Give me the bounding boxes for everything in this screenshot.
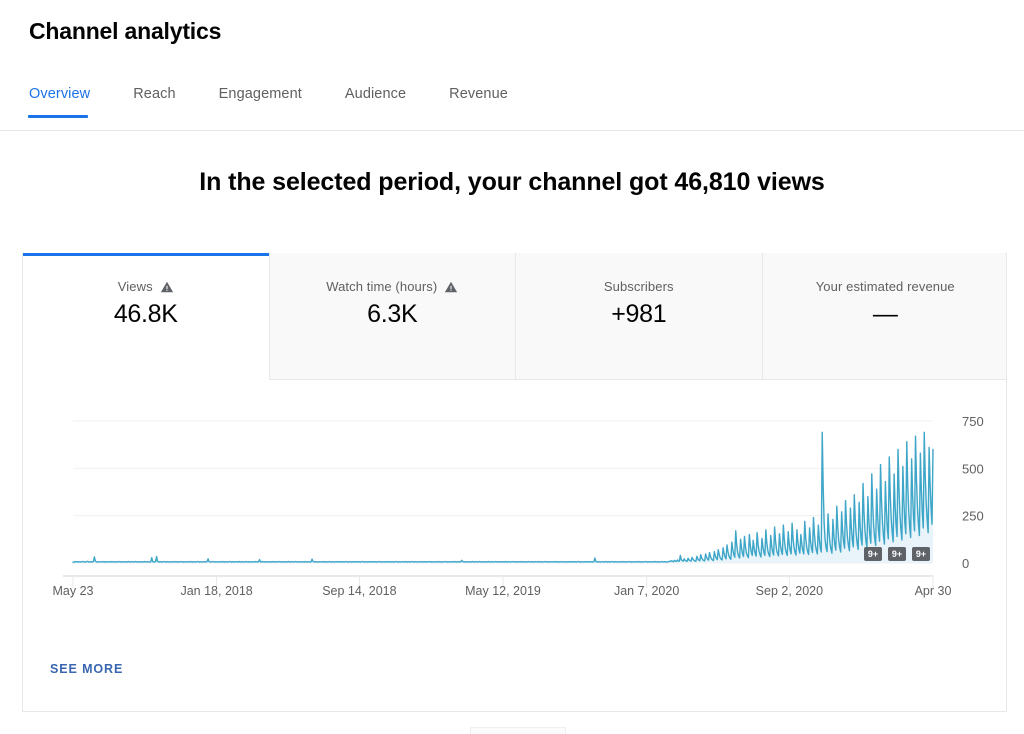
tab-audience[interactable]: Audience bbox=[345, 86, 406, 118]
metric-card-estimated-revenue[interactable]: Your estimated revenue — bbox=[761, 253, 1006, 380]
svg-text:Sep 14, 2018: Sep 14, 2018 bbox=[322, 584, 396, 598]
metric-watch-time-label: Watch time (hours) bbox=[326, 279, 438, 294]
metric-watch-time-label-group: Watch time (hours) bbox=[326, 279, 458, 294]
metric-subscribers-label: Subscribers bbox=[603, 279, 674, 294]
next-section-card bbox=[470, 727, 566, 734]
chart-y-tick-labels: 0 250 500 750 bbox=[962, 414, 984, 571]
metric-views-label: Views bbox=[117, 279, 153, 294]
svg-text:Sep 2, 2020: Sep 2, 2020 bbox=[756, 584, 823, 598]
svg-text:0: 0 bbox=[962, 556, 969, 571]
warning-triangle-icon[interactable] bbox=[444, 280, 458, 294]
metric-watch-time-value: 6.3K bbox=[367, 300, 418, 328]
warning-triangle-icon[interactable] bbox=[160, 280, 174, 294]
views-trend-chart-svg[interactable]: 0 250 500 750 May 23 Jan 18, 2018 Sep 14, 201… bbox=[23, 380, 1007, 670]
svg-text:9+: 9+ bbox=[868, 549, 878, 559]
chart-video-badges[interactable]: 9+ 9+ 9+ bbox=[864, 547, 930, 561]
overview-card: Views 46.8K Watch time (hours) 6.3K Subs… bbox=[22, 253, 1007, 712]
tab-reach-label: Reach bbox=[133, 86, 176, 102]
page-title: Channel analytics bbox=[29, 18, 222, 44]
tab-engagement[interactable]: Engagement bbox=[219, 86, 302, 118]
tab-revenue[interactable]: Revenue bbox=[449, 86, 508, 118]
metric-card-views[interactable]: Views 46.8K bbox=[23, 253, 269, 380]
views-trend-chart[interactable]: 0 250 500 750 May 23 Jan 18, 2018 Sep 14, 201… bbox=[23, 380, 1007, 670]
tab-reach[interactable]: Reach bbox=[133, 86, 175, 118]
svg-text:500: 500 bbox=[962, 461, 984, 476]
summary-headline: In the selected period, your channel got… bbox=[199, 168, 825, 196]
metric-views-label-group: Views bbox=[118, 279, 174, 294]
svg-text:Apr 30: Apr 30 bbox=[915, 584, 952, 598]
tab-engagement-label: Engagement bbox=[218, 86, 302, 102]
metric-revenue-label-group: Your estimated revenue bbox=[816, 279, 955, 294]
metric-subscribers-label-group: Subscribers bbox=[604, 279, 674, 294]
metric-revenue-label: Your estimated revenue bbox=[815, 279, 955, 294]
tab-active-indicator bbox=[28, 115, 89, 118]
svg-text:250: 250 bbox=[962, 509, 984, 524]
see-more-link[interactable]: SEE MORE bbox=[50, 662, 123, 676]
svg-text:Jan 18, 2018: Jan 18, 2018 bbox=[180, 584, 252, 598]
svg-text:750: 750 bbox=[962, 414, 984, 429]
svg-text:9+: 9+ bbox=[892, 549, 902, 559]
chart-line-series bbox=[72, 431, 934, 563]
tab-overview-label: Overview bbox=[29, 86, 91, 102]
analytics-tabbar: Overview Reach Engagement Audience Reven… bbox=[0, 86, 1024, 131]
tab-overview[interactable]: Overview bbox=[28, 86, 91, 118]
metric-selected-indicator bbox=[23, 253, 269, 256]
tab-audience-label: Audience bbox=[344, 86, 407, 102]
metric-revenue-value: — bbox=[872, 300, 898, 328]
metric-card-subscribers[interactable]: Subscribers +981 bbox=[515, 253, 762, 380]
tab-revenue-label: Revenue bbox=[449, 86, 508, 102]
tab-list: Overview Reach Engagement Audience Reven… bbox=[28, 86, 551, 118]
svg-text:Jan 7, 2020: Jan 7, 2020 bbox=[614, 584, 679, 598]
channel-analytics-page: Channel analytics Overview Reach Engagem… bbox=[0, 0, 1024, 734]
svg-text:May 23: May 23 bbox=[53, 584, 94, 598]
metric-card-watch-time[interactable]: Watch time (hours) 6.3K bbox=[268, 253, 515, 380]
chart-x-tick-labels: May 23 Jan 18, 2018 Sep 14, 2018 May 12, 20… bbox=[53, 584, 952, 598]
metric-subscribers-value: +981 bbox=[611, 300, 667, 328]
metric-tab-row: Views 46.8K Watch time (hours) 6.3K Subs… bbox=[23, 253, 1006, 380]
svg-text:May 12, 2019: May 12, 2019 bbox=[465, 584, 541, 598]
metric-views-value: 46.8K bbox=[113, 300, 178, 328]
svg-text:9+: 9+ bbox=[916, 549, 926, 559]
